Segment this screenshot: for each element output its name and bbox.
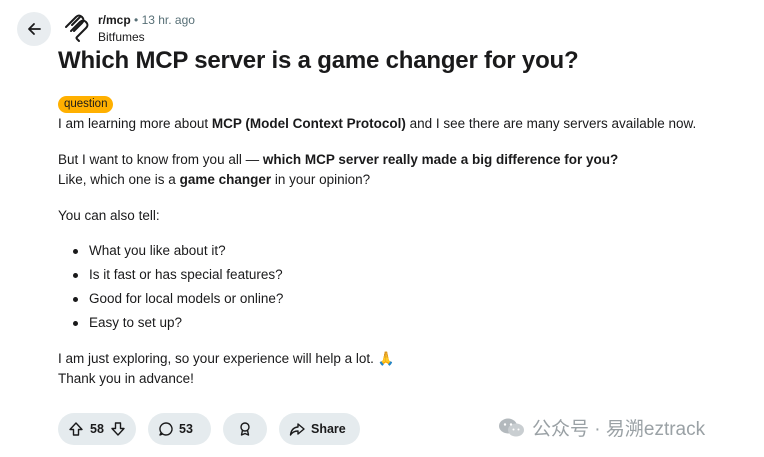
comment-count: 53 xyxy=(179,422,193,436)
list-item: What you like about it? xyxy=(58,241,283,265)
arrow-left-icon xyxy=(28,23,41,35)
body-text: in your opinion? xyxy=(271,172,371,187)
body-text: I am just exploring, so your experience … xyxy=(58,351,374,366)
list-item: Easy to set up? xyxy=(58,313,283,337)
vote-count: 58 xyxy=(90,422,104,436)
post-actions: 58 53 Share xyxy=(58,413,360,445)
back-button[interactable] xyxy=(17,12,51,46)
comment-icon xyxy=(159,422,173,436)
post-meta: r/mcp • 13 hr. ago Bitfumes xyxy=(98,13,195,45)
body-bold-text: game changer xyxy=(179,172,272,187)
downvote-icon[interactable] xyxy=(110,421,126,437)
vote-group: 58 xyxy=(58,413,136,445)
post-time: 13 hr. ago xyxy=(141,13,195,27)
upvote-icon[interactable] xyxy=(68,421,84,437)
list-item: Good for local models or online? xyxy=(58,289,283,313)
watermark: 公众号 · 易溯eztrack xyxy=(498,414,705,441)
wechat-icon xyxy=(499,418,524,436)
watermark-text: 公众号 · 易溯eztrack xyxy=(532,419,706,440)
body-bold-text: which MCP server really made a big diffe… xyxy=(262,152,619,167)
award-icon xyxy=(240,422,250,436)
body-paragraph-2: But I want to know from you all — which … xyxy=(58,150,618,190)
body-list: What you like about it? Is it fast or ha… xyxy=(58,241,283,337)
subreddit-icon[interactable] xyxy=(61,13,91,43)
body-paragraph-3: You can also tell: xyxy=(58,208,160,223)
award-button[interactable] xyxy=(223,413,267,445)
folded-hands-emoji: 🙏 xyxy=(377,351,395,366)
body-bold-text: MCP (Model Context Protocol) xyxy=(211,116,406,131)
meta-separator: • xyxy=(134,13,139,27)
body-text: Like, which one is a xyxy=(58,172,180,187)
body-text: and I see there are many servers availab… xyxy=(405,116,697,131)
comments-button[interactable]: 53 xyxy=(148,413,211,445)
body-text: I am learning more about xyxy=(58,116,212,131)
post-author[interactable]: Bitfumes xyxy=(98,30,195,45)
post-title: Which MCP server is a game changer for y… xyxy=(58,47,579,74)
share-button[interactable]: Share xyxy=(279,413,360,445)
body-text: But I want to know from you all — xyxy=(58,152,263,167)
body-paragraph-1: I am learning more about MCP (Model Cont… xyxy=(58,114,696,134)
list-item: Is it fast or has special features? xyxy=(58,265,283,289)
share-icon xyxy=(289,423,305,436)
body-text: Thank you in advance! xyxy=(58,371,194,386)
subreddit-name[interactable]: r/mcp xyxy=(98,13,131,27)
share-label: Share xyxy=(311,422,346,436)
body-paragraph-4: I am just exploring, so your experience … xyxy=(58,349,394,389)
post-flair[interactable]: question xyxy=(58,96,114,113)
